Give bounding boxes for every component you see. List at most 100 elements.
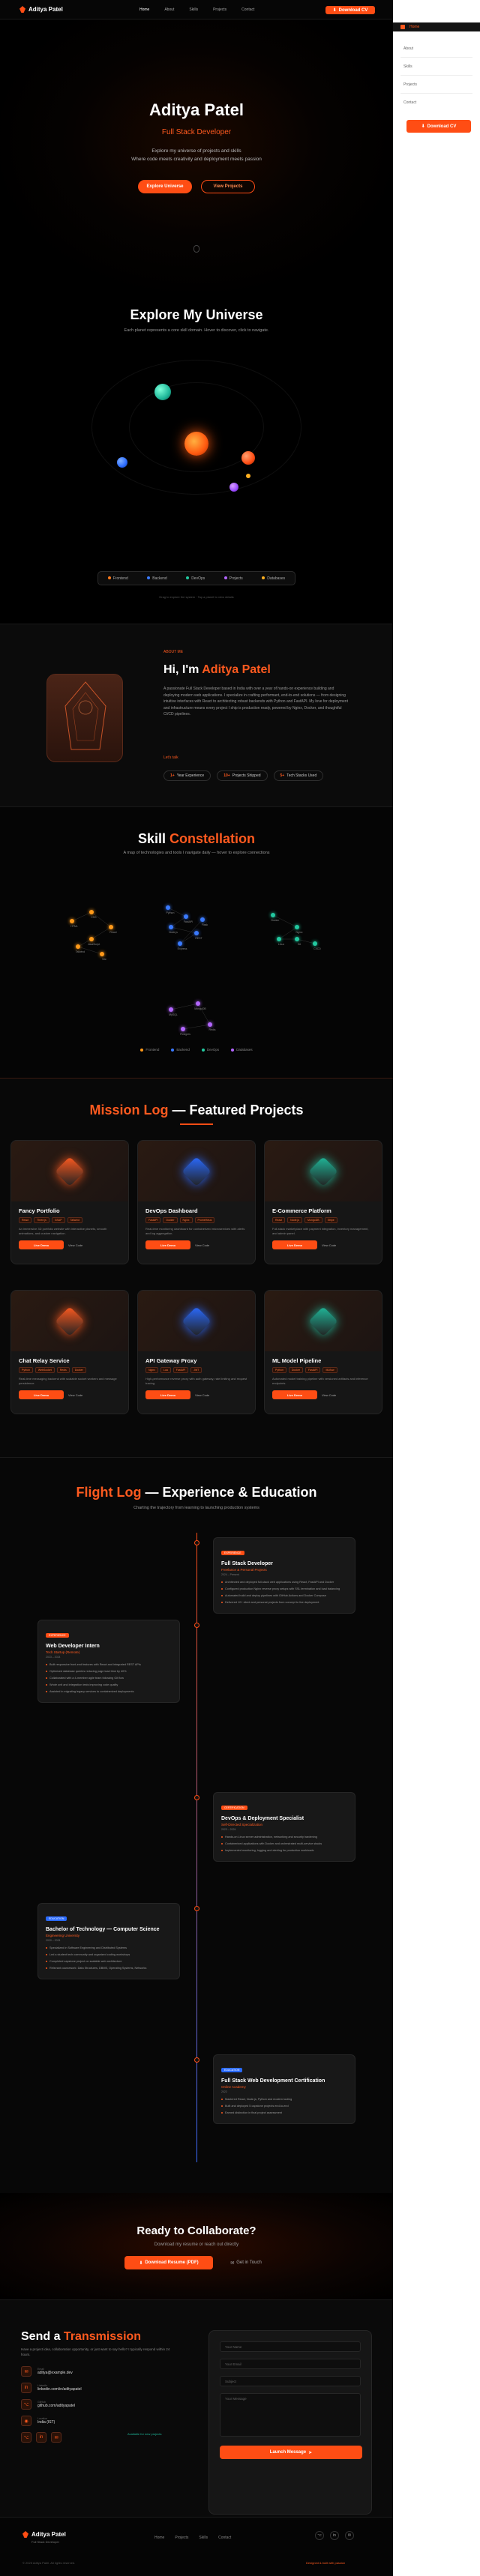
projects-planet[interactable]	[230, 483, 238, 492]
view-code-link[interactable]: View Code	[68, 1243, 82, 1247]
launch-message-button[interactable]: Launch Message ➤	[220, 2446, 362, 2459]
nav-link-about[interactable]: About	[164, 7, 174, 12]
backend-planet[interactable]	[117, 457, 128, 468]
nav-link-home[interactable]: Home	[140, 7, 149, 12]
nav-link-projects[interactable]: Projects	[213, 7, 226, 12]
subject-field[interactable]: Subject	[220, 2376, 361, 2386]
contact-github-row[interactable]: ⌥ GitHub github.com/adityapatel	[21, 2399, 82, 2410]
skill-star[interactable]	[178, 941, 182, 946]
lets-talk-link[interactable]: Let's talk	[164, 755, 178, 760]
nav-link-contact[interactable]: Contact	[242, 7, 254, 12]
nav-link-skills[interactable]: Skills	[189, 7, 198, 12]
live-demo-button[interactable]: Live Demo	[272, 1240, 317, 1249]
contact-linkedin-row[interactable]: in LinkedIn linkedin.com/in/adityapatel	[21, 2383, 82, 2393]
nav-download-cv-button[interactable]: ⬇ Download CV	[326, 6, 375, 14]
download-resume-button[interactable]: ⬇ Download Resume (PDF)	[124, 2256, 213, 2269]
email-field[interactable]: Your Email	[220, 2359, 361, 2369]
skill-star[interactable]	[100, 952, 104, 956]
skill-star[interactable]	[89, 937, 94, 941]
footer-link-home[interactable]: Home	[154, 2536, 164, 2540]
skill-star[interactable]	[277, 937, 281, 941]
footer-socials: ⌥ in ✉	[315, 2531, 354, 2540]
skill-star[interactable]	[295, 937, 299, 941]
view-code-link[interactable]: View Code	[195, 1243, 209, 1247]
devops-planet[interactable]	[154, 384, 171, 400]
live-demo-button[interactable]: Live Demo	[272, 1390, 317, 1399]
title-underline	[180, 1123, 213, 1125]
side-menu-active-item[interactable]: Home	[393, 22, 480, 31]
skill-star[interactable]	[200, 917, 205, 922]
explore-universe-button[interactable]: Explore Universe	[138, 180, 192, 193]
skill-star[interactable]	[70, 919, 74, 923]
skill-star[interactable]	[208, 1022, 212, 1027]
side-menu-skills[interactable]: Skills	[404, 64, 412, 69]
view-code-link[interactable]: View Code	[322, 1243, 336, 1247]
project-tags: Python Docker FastAPI MLflow	[272, 1367, 374, 1373]
project-card[interactable]: Chat Relay Service Python WebSocket Redis D…	[10, 1290, 129, 1414]
project-name: Chat Relay Service	[19, 1357, 70, 1364]
side-menu-about[interactable]: About	[404, 46, 413, 51]
github-icon[interactable]: ⌥	[315, 2531, 324, 2540]
view-projects-button[interactable]: View Projects	[201, 180, 255, 193]
hero-role: Full Stack Developer	[161, 128, 232, 136]
view-code-link[interactable]: View Code	[322, 1393, 336, 1397]
skill-star[interactable]	[169, 925, 173, 929]
skill-star[interactable]	[313, 941, 317, 946]
timeline-point: Architected and deployed full-stack web …	[221, 1580, 347, 1584]
timeline-title: Bachelor of Technology — Computer Scienc…	[46, 1927, 160, 1932]
live-demo-button[interactable]: Live Demo	[146, 1390, 190, 1399]
sun-planet[interactable]	[184, 432, 208, 456]
side-menu-projects[interactable]: Projects	[404, 82, 417, 87]
orbit-ring	[92, 360, 302, 495]
footer-link-contact[interactable]: Contact	[218, 2536, 231, 2540]
footer-logo[interactable]: Aditya Patel	[22, 2531, 66, 2538]
skill-star[interactable]	[169, 1007, 173, 1012]
linkedin-icon[interactable]: in	[330, 2531, 339, 2540]
legend-databases: Databases	[262, 576, 285, 581]
project-card[interactable]: E-Commerce Platform React Node.js MongoDB S…	[264, 1140, 382, 1264]
skill-star[interactable]	[196, 1001, 200, 1006]
timeline-points: Mastered React, Node.js, Python and mode…	[221, 2097, 347, 2115]
project-card[interactable]: Fancy Portfolio React Three.js GSAP Tailwin…	[10, 1140, 129, 1264]
project-card[interactable]: API Gateway Proxy Nginx Lua FastAPI JWT Hig…	[137, 1290, 256, 1414]
skill-star[interactable]	[271, 913, 275, 917]
live-demo-button[interactable]: Live Demo	[19, 1390, 64, 1399]
message-field[interactable]: Your Message	[220, 2393, 361, 2437]
project-tags: React Node.js MongoDB Stripe	[272, 1217, 374, 1223]
live-demo-button[interactable]: Live Demo	[146, 1240, 190, 1249]
email-icon[interactable]: ✉	[345, 2531, 354, 2540]
footer-link-projects[interactable]: Projects	[175, 2536, 188, 2540]
project-card[interactable]: DevOps Dashboard FastAPI Docker Nginx Prome…	[137, 1140, 256, 1264]
skill-star[interactable]	[166, 905, 170, 910]
get-in-touch-button[interactable]: ✉ Get in Touch	[224, 2256, 268, 2269]
frontend-planet[interactable]	[242, 451, 255, 465]
contact-email-row[interactable]: ✉ Email aditya@example.dev	[21, 2366, 82, 2377]
linkedin-icon[interactable]: in	[36, 2432, 46, 2443]
skill-star[interactable]	[184, 914, 188, 919]
download-resume-label: Download Resume (PDF)	[145, 2260, 199, 2265]
skill-star[interactable]	[295, 925, 299, 929]
stat-label: Projects Shipped	[232, 773, 261, 778]
scroll-indicator-icon[interactable]	[194, 245, 200, 253]
skill-star[interactable]	[76, 944, 80, 949]
email-icon[interactable]: ✉	[51, 2432, 62, 2443]
view-code-link[interactable]: View Code	[195, 1393, 209, 1397]
footer-link-skills[interactable]: Skills	[199, 2536, 208, 2540]
footer-brand: Aditya Patel	[32, 2531, 66, 2538]
skill-star[interactable]	[89, 910, 94, 914]
name-field[interactable]: Your Name	[220, 2341, 361, 2352]
timeline-dot	[194, 1623, 200, 1628]
live-demo-button[interactable]: Live Demo	[19, 1240, 64, 1249]
skill-star[interactable]	[194, 931, 199, 935]
github-icon[interactable]: ⌥	[21, 2432, 32, 2443]
nav-logo[interactable]: Aditya Patel	[20, 6, 63, 13]
side-menu-contact[interactable]: Contact	[404, 100, 416, 105]
hero-buttons: Explore Universe View Projects	[0, 180, 393, 193]
skill-star[interactable]	[109, 925, 113, 929]
project-card[interactable]: ML Model Pipeline Python Docker FastAPI MLf…	[264, 1290, 382, 1414]
timeline-title: DevOps & Deployment Specialist	[221, 1816, 304, 1821]
side-download-cv-button[interactable]: ⬇ Download CV	[406, 120, 471, 133]
view-code-link[interactable]: View Code	[68, 1393, 82, 1397]
databases-planet[interactable]	[246, 474, 250, 478]
skill-star[interactable]	[181, 1027, 185, 1031]
